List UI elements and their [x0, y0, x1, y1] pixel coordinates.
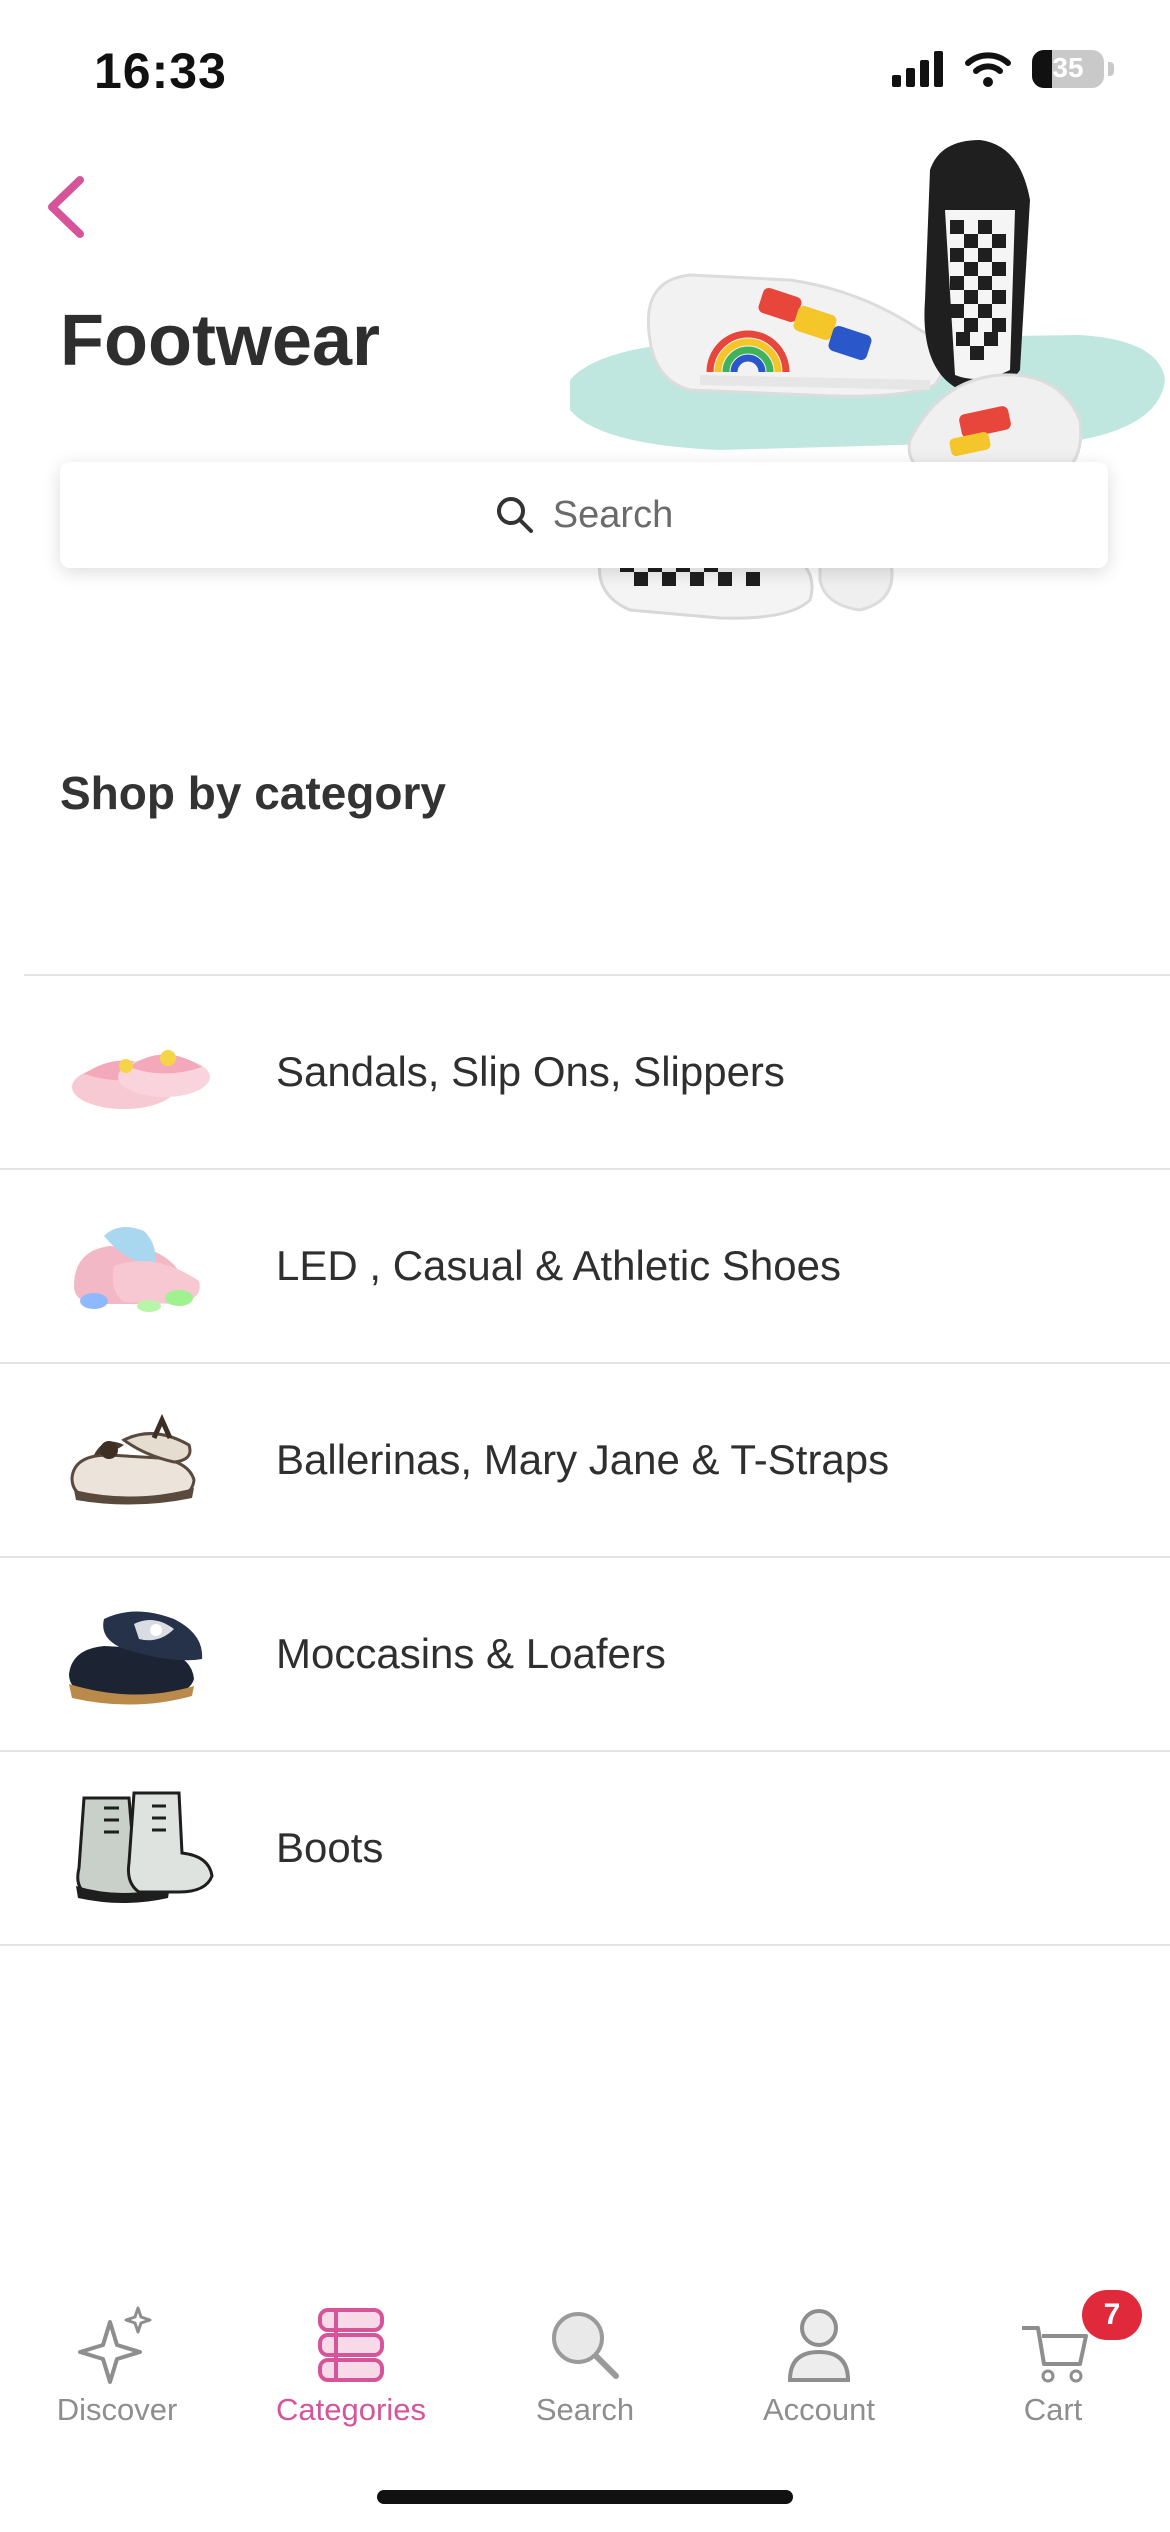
cellular-signal-icon	[892, 51, 943, 87]
page-title: Footwear	[60, 301, 381, 381]
categories-icon	[318, 2308, 384, 2382]
category-label: LED , Casual & Athletic Shoes	[276, 1242, 841, 1289]
chevron-left-icon	[48, 176, 84, 238]
category-list: Sandals, Slip Ons, Slippers LED , Casual…	[0, 976, 1170, 1946]
search-placeholder: Search	[552, 493, 674, 536]
category-label: Moccasins & Loafers	[276, 1630, 666, 1677]
category-label: Boots	[276, 1824, 384, 1871]
battery-level: 35	[1052, 52, 1084, 83]
tab-cart[interactable]: 7 Cart	[936, 2280, 1170, 2450]
tab-account[interactable]: Account	[702, 2280, 936, 2450]
tab-label: Discover	[56, 2392, 178, 2427]
loafers-thumbnail	[69, 1611, 203, 1705]
status-time: 16:33	[94, 43, 227, 99]
search-icon	[496, 497, 533, 533]
led-shoes-thumbnail	[74, 1227, 200, 1312]
battery-icon: 35	[1032, 50, 1104, 88]
category-item-moccasins[interactable]: Moccasins & Loafers	[0, 1558, 1170, 1752]
battery-nub	[1108, 62, 1114, 76]
tab-label: Account	[762, 2392, 875, 2427]
status-icons: 35	[892, 50, 1114, 88]
sparkle-icon	[78, 2306, 152, 2384]
category-label: Ballerinas, Mary Jane & T-Straps	[276, 1436, 890, 1483]
search-input[interactable]: Search	[60, 462, 1108, 568]
bottom-tab-bar: Discover Categories Search Account 7 Car…	[0, 2280, 1170, 2450]
ballerinas-thumbnail	[70, 1413, 196, 1505]
category-item-sandals[interactable]: Sandals, Slip Ons, Slippers	[0, 976, 1170, 1170]
tab-search[interactable]: Search	[468, 2280, 702, 2450]
category-item-led-shoes[interactable]: LED , Casual & Athletic Shoes	[0, 1170, 1170, 1364]
home-indicator	[377, 2490, 793, 2504]
back-button[interactable]	[38, 172, 98, 242]
category-item-ballerinas[interactable]: Ballerinas, Mary Jane & T-Straps	[0, 1364, 1170, 1558]
footwear-hero-image	[570, 140, 1165, 620]
category-item-boots[interactable]: Boots	[0, 1752, 1170, 1946]
cart-badge: 7	[1082, 2290, 1142, 2340]
tab-label: Search	[535, 2392, 635, 2427]
boots-thumbnail	[76, 1791, 214, 1903]
tab-categories[interactable]: Categories	[234, 2280, 468, 2450]
tab-discover[interactable]: Discover	[0, 2280, 234, 2450]
sandals-thumbnail	[72, 1050, 210, 1109]
tab-label: Categories	[276, 2392, 426, 2427]
tab-label: Cart	[1023, 2392, 1083, 2427]
category-label: Sandals, Slip Ons, Slippers	[276, 1048, 785, 1095]
search-icon	[552, 2312, 619, 2379]
wifi-icon	[965, 52, 1011, 87]
section-title: Shop by category	[60, 767, 446, 819]
person-icon	[787, 2309, 851, 2382]
